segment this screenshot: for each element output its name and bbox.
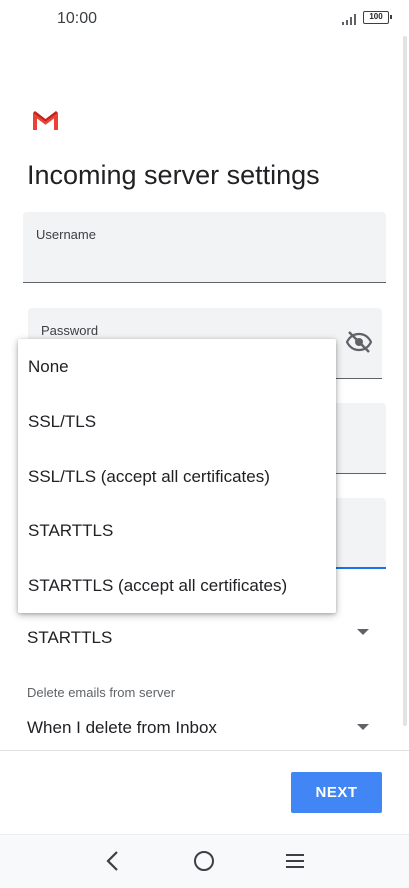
footer-divider	[0, 750, 409, 751]
back-icon[interactable]	[104, 850, 122, 872]
username-field[interactable]: Username	[23, 212, 386, 283]
gmail-logo-icon	[33, 111, 58, 130]
chevron-down-icon[interactable]	[357, 724, 369, 730]
chevron-down-icon[interactable]	[357, 629, 369, 635]
next-button[interactable]: NEXT	[291, 772, 382, 813]
home-icon[interactable]	[194, 851, 214, 871]
visibility-off-icon[interactable]	[346, 330, 372, 354]
scrollbar[interactable]	[403, 36, 407, 726]
menu-item-starttls-accept-all[interactable]: STARTTLS (accept all certificates)	[18, 558, 336, 613]
navigation-bar	[0, 834, 409, 888]
security-type-dropdown: None SSL/TLS SSL/TLS (accept all certifi…	[18, 339, 336, 613]
menu-icon[interactable]	[286, 854, 304, 868]
battery-icon: 100	[363, 11, 392, 24]
password-label: Password	[41, 323, 99, 338]
page-title: Incoming server settings	[27, 160, 320, 190]
menu-item-ssl-tls-accept-all[interactable]: SSL/TLS (accept all certificates)	[18, 449, 336, 504]
status-time: 10:00	[57, 10, 98, 27]
signal-icon	[342, 13, 358, 25]
battery-level: 100	[369, 12, 383, 21]
delete-emails-label: Delete emails from server	[27, 685, 176, 700]
status-bar: 10:00 100	[0, 0, 409, 38]
menu-item-starttls[interactable]: STARTTLS	[18, 503, 336, 558]
delete-emails-value[interactable]: When I delete from Inbox	[27, 718, 217, 738]
security-type-value[interactable]: STARTTLS	[27, 628, 112, 648]
menu-item-none[interactable]: None	[18, 339, 336, 394]
menu-item-ssl-tls[interactable]: SSL/TLS	[18, 394, 336, 449]
username-label: Username	[36, 227, 96, 242]
